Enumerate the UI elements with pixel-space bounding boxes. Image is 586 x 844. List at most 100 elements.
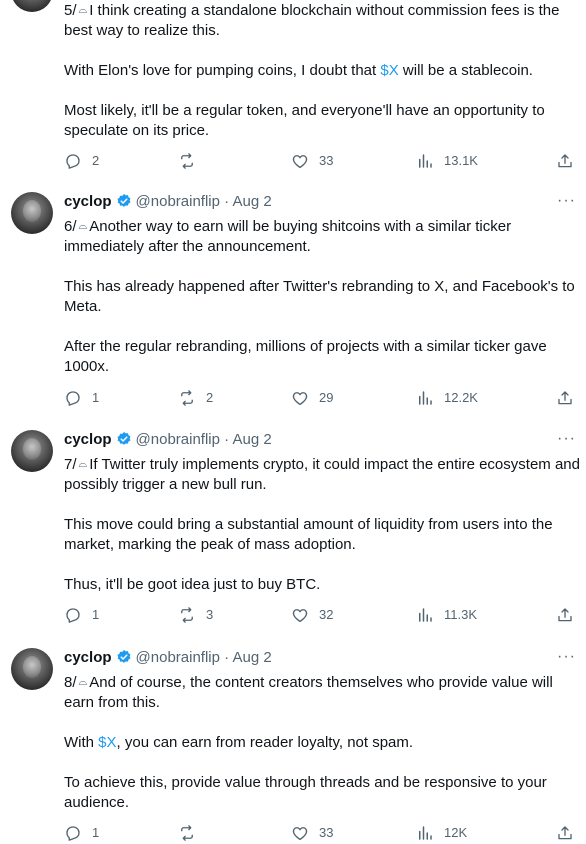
tweet-body: 6/⌓ Another way to earn will be buying sh… xyxy=(64,216,580,377)
views-chart-icon xyxy=(419,391,432,405)
heart-icon xyxy=(292,827,308,841)
user-handle[interactable]: @nobrainflip xyxy=(136,431,220,448)
view-count: 12K xyxy=(444,825,468,840)
retweet-button[interactable]: 3 xyxy=(178,604,213,626)
more-options-icon[interactable]: ··· xyxy=(557,192,576,210)
reply-button[interactable]: 1 xyxy=(64,822,99,844)
tweet-paragraph: This has already happened after Twitter'… xyxy=(64,278,575,315)
view-count: 13.1K xyxy=(444,153,478,168)
cashtag-link[interactable]: $X xyxy=(98,734,116,751)
thread-icon: ⌓ xyxy=(78,676,88,688)
tweet-paragraph: Most likely, it'll be a regular token, a… xyxy=(64,102,545,139)
like-count: 33 xyxy=(319,153,334,168)
reply-count: 1 xyxy=(92,607,100,622)
display-name[interactable]: cyclop xyxy=(64,649,112,666)
tweet-actions: 1 3 32 11.3K xyxy=(64,604,576,626)
tweet-paragraph: With $X, you can earn from reader loyalt… xyxy=(64,734,414,751)
reply-icon xyxy=(66,826,80,841)
views-button[interactable]: 12K xyxy=(416,822,467,844)
retweet-count: 2 xyxy=(206,390,214,405)
tweet-date[interactable]: · Aug 2 xyxy=(224,193,272,210)
views-button[interactable]: 11.3K xyxy=(416,604,477,626)
more-options-icon[interactable]: ··· xyxy=(557,430,576,448)
tweet-actions: 1 2 29 12.2K xyxy=(64,387,576,409)
reply-button[interactable]: 1 xyxy=(64,387,99,409)
reply-count: 1 xyxy=(92,825,100,840)
retweet-icon xyxy=(181,153,193,169)
more-options-icon[interactable]: ··· xyxy=(557,648,576,666)
like-button[interactable]: 32 xyxy=(291,604,333,626)
tweet-paragraph: After the regular rebranding, millions o… xyxy=(64,338,547,375)
tweet-paragraph: 7/⌓ If Twitter truly implements crypto, i… xyxy=(64,456,580,493)
reply-icon xyxy=(66,391,80,406)
retweet-icon xyxy=(181,607,193,623)
tweet-header: cyclop @nobrainflip · Aug 2 xyxy=(64,430,272,450)
share-icon xyxy=(558,154,572,168)
views-chart-icon xyxy=(419,826,432,840)
retweet-icon xyxy=(181,825,193,841)
verified-badge-icon xyxy=(116,194,130,207)
tweet-paragraph: 6/⌓ Another way to earn will be buying sh… xyxy=(64,218,512,255)
reply-icon xyxy=(66,154,80,169)
share-icon xyxy=(558,391,572,405)
avatar[interactable] xyxy=(11,0,53,12)
retweet-button[interactable] xyxy=(178,150,206,172)
verified-badge-icon xyxy=(116,650,130,663)
like-button[interactable]: 29 xyxy=(291,387,333,409)
tweet-paragraph: To achieve this, provide value through t… xyxy=(64,774,547,811)
retweet-icon xyxy=(181,390,193,406)
display-name[interactable]: cyclop xyxy=(64,193,112,210)
avatar[interactable] xyxy=(11,192,53,234)
verified-badge-icon xyxy=(116,432,130,445)
reply-icon xyxy=(66,608,80,623)
share-button[interactable] xyxy=(556,822,584,844)
view-count: 11.3K xyxy=(444,607,478,622)
tweet-header: cyclop @nobrainflip · Aug 2 xyxy=(64,192,272,212)
retweet-button[interactable]: 2 xyxy=(178,387,213,409)
like-count: 33 xyxy=(319,825,334,840)
share-button[interactable] xyxy=(556,150,584,172)
avatar[interactable] xyxy=(11,430,53,472)
heart-icon xyxy=(292,392,308,406)
share-button[interactable] xyxy=(556,387,584,409)
reply-button[interactable]: 2 xyxy=(64,150,99,172)
tweet-date[interactable]: · Aug 2 xyxy=(224,649,272,666)
tweet-actions: 1 33 12K xyxy=(64,822,576,844)
user-handle[interactable]: @nobrainflip xyxy=(136,649,220,666)
share-icon xyxy=(558,608,572,622)
reply-count: 2 xyxy=(92,153,100,168)
share-button[interactable] xyxy=(556,604,584,626)
view-count: 12.2K xyxy=(444,390,478,405)
cashtag-link[interactable]: $X xyxy=(380,62,398,79)
user-handle[interactable]: @nobrainflip xyxy=(136,193,220,210)
tweet-paragraph: With Elon's love for pumping coins, I do… xyxy=(64,62,533,79)
heart-icon xyxy=(292,609,308,623)
reply-button[interactable]: 1 xyxy=(64,604,99,626)
like-button[interactable]: 33 xyxy=(291,150,333,172)
heart-icon xyxy=(292,155,308,169)
tweet-body: 7/⌓ If Twitter truly implements crypto, i… xyxy=(64,454,580,595)
share-icon xyxy=(558,826,572,840)
like-count: 29 xyxy=(319,390,334,405)
like-button[interactable]: 33 xyxy=(291,822,333,844)
tweet-body: 5/⌓ I think creating a standalone blockch… xyxy=(64,0,580,141)
tweet-body: 8/⌓ And of course, the content creators t… xyxy=(64,672,580,813)
thread-icon: ⌓ xyxy=(78,4,88,16)
thread-icon: ⌓ xyxy=(78,458,88,470)
views-button[interactable]: 12.2K xyxy=(416,387,478,409)
display-name[interactable]: cyclop xyxy=(64,431,112,448)
avatar[interactable] xyxy=(11,648,53,690)
tweet-header: cyclop @nobrainflip · Aug 2 xyxy=(64,648,272,668)
tweet-date[interactable]: · Aug 2 xyxy=(224,431,272,448)
tweet-paragraph: Thus, it'll be goot idea just to buy BTC… xyxy=(64,576,321,593)
views-chart-icon xyxy=(419,608,432,622)
tweet-paragraph: 8/⌓ And of course, the content creators t… xyxy=(64,674,553,711)
views-chart-icon xyxy=(419,154,432,168)
tweet-paragraph: This move could bring a substantial amou… xyxy=(64,516,553,553)
retweet-count: 3 xyxy=(206,607,214,622)
tweet-paragraph: 5/⌓ I think creating a standalone blockch… xyxy=(64,2,560,39)
tweet-actions: 2 33 13.1K xyxy=(64,150,576,172)
views-button[interactable]: 13.1K xyxy=(416,150,478,172)
retweet-button[interactable] xyxy=(178,822,206,844)
like-count: 32 xyxy=(319,607,334,622)
